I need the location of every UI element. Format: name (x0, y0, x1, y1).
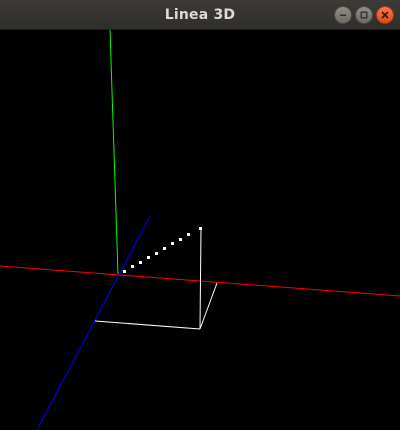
dot (187, 233, 190, 236)
dot (155, 252, 158, 255)
dotted-line (123, 227, 202, 273)
dot (163, 247, 166, 250)
window-controls (334, 6, 394, 24)
dot (179, 238, 182, 241)
maximize-button[interactable] (355, 6, 373, 24)
app-window: Linea 3D (0, 0, 400, 430)
dot (147, 256, 150, 259)
dot (131, 265, 134, 268)
title-bar[interactable]: Linea 3D (0, 0, 400, 30)
close-button[interactable] (376, 6, 394, 24)
dot (139, 261, 142, 264)
dot (171, 242, 174, 245)
y-axis (109, 30, 119, 275)
minimize-icon (340, 14, 346, 16)
dot (199, 227, 202, 230)
maximize-icon (360, 11, 368, 19)
opengl-canvas[interactable] (0, 30, 400, 430)
z-axis (36, 215, 151, 430)
dot (123, 270, 126, 273)
close-icon (381, 11, 389, 19)
minimize-button[interactable] (334, 6, 352, 24)
projection-lines (94, 228, 218, 330)
